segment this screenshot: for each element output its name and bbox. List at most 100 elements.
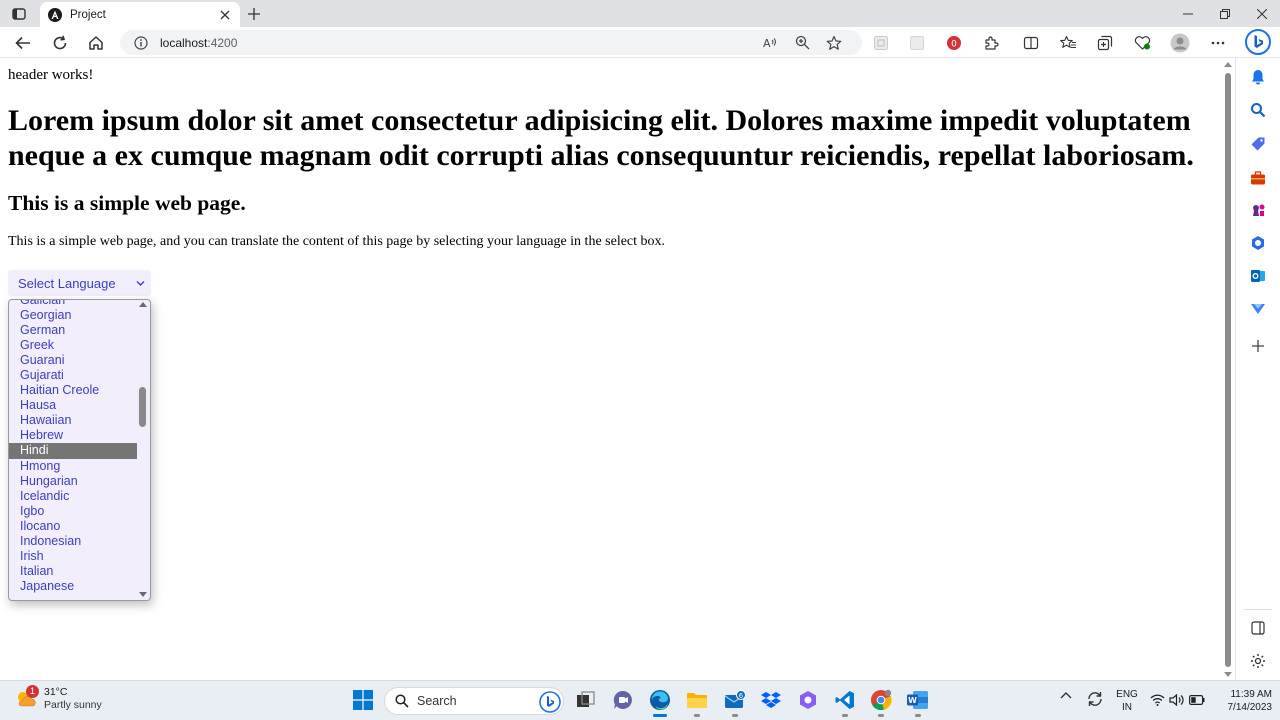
- more-options-icon[interactable]: [1207, 32, 1229, 54]
- language-option[interactable]: Greek: [9, 338, 137, 353]
- scroll-down-arrow-icon[interactable]: [139, 592, 147, 597]
- language-option[interactable]: Hawaiian: [9, 413, 137, 428]
- browser-tab[interactable]: Project: [40, 2, 240, 27]
- scroll-up-arrow-icon[interactable]: [139, 302, 147, 307]
- dropbox-icon[interactable]: [759, 688, 783, 712]
- dropdown-scroll-thumb[interactable]: [139, 387, 146, 427]
- chevron-down-icon: [136, 279, 145, 288]
- input-language-indicator[interactable]: ENG IN: [1114, 688, 1140, 714]
- read-aloud-icon[interactable]: A: [760, 34, 780, 51]
- new-tab-icon[interactable]: [245, 5, 263, 23]
- outlook-icon[interactable]: [1248, 266, 1268, 286]
- language-option[interactable]: Icelandic: [9, 489, 137, 504]
- tab-title: Project: [70, 8, 106, 21]
- add-sidebar-app-icon[interactable]: [1248, 336, 1268, 356]
- svg-text:0: 0: [951, 40, 957, 50]
- language-option[interactable]: Galician: [9, 300, 137, 308]
- tab-actions-icon[interactable]: [8, 4, 30, 23]
- extensions-puzzle-icon[interactable]: [980, 32, 1002, 54]
- page-scroll-thumb[interactable]: [1225, 73, 1231, 667]
- mail-icon[interactable]: 6: [723, 688, 747, 717]
- language-option[interactable]: Japanese: [9, 579, 137, 594]
- clock-date: 7/14/2023: [1227, 702, 1273, 713]
- language-option[interactable]: Haitian Creole: [9, 383, 137, 398]
- browser-essentials-icon[interactable]: [1131, 32, 1153, 54]
- chrome-icon[interactable]: [869, 688, 893, 717]
- sidebar-divider: [1244, 609, 1272, 610]
- language-option[interactable]: Hausa: [9, 398, 137, 413]
- home-icon[interactable]: [85, 32, 107, 54]
- language-option[interactable]: Italian: [9, 564, 137, 579]
- extension-box-icon[interactable]: [870, 32, 892, 54]
- battery-icon[interactable]: [1189, 695, 1205, 705]
- wifi-icon[interactable]: [1150, 694, 1165, 706]
- volume-icon[interactable]: [1169, 694, 1184, 706]
- page-scroll-down-icon[interactable]: [1224, 672, 1232, 677]
- profile-avatar[interactable]: [1169, 32, 1191, 54]
- address-host: localhost: [160, 35, 208, 50]
- zoom-icon[interactable]: [792, 34, 812, 51]
- file-explorer-icon[interactable]: [685, 688, 709, 717]
- svg-text:A: A: [763, 37, 771, 50]
- games-chess-icon[interactable]: [1248, 200, 1268, 220]
- extension-blank-icon[interactable]: [906, 32, 928, 54]
- page-scroll-up-icon[interactable]: [1224, 62, 1232, 67]
- taskbar-search-box[interactable]: Search: [384, 687, 564, 715]
- vscode-icon[interactable]: [833, 688, 857, 717]
- split-screen-icon[interactable]: [1020, 32, 1042, 54]
- close-tab-icon[interactable]: [218, 8, 232, 22]
- language-dropdown[interactable]: Galician Georgian German Greek Guarani Gujara…: [8, 299, 151, 601]
- bing-search-icon[interactable]: [539, 691, 561, 713]
- language-option[interactable]: Guarani: [9, 353, 137, 368]
- language-option[interactable]: Hindi: [9, 443, 137, 459]
- taskbar-clock[interactable]: 11:39 AM 7/14/2023: [1206, 688, 1273, 714]
- drop-send-icon[interactable]: [1248, 299, 1268, 319]
- site-info-icon[interactable]: [134, 35, 148, 50]
- sync-icon[interactable]: [1086, 690, 1104, 708]
- language-option[interactable]: Hmong: [9, 459, 137, 474]
- refresh-icon[interactable]: [49, 32, 71, 54]
- svg-text:6: 6: [739, 692, 744, 700]
- language-option[interactable]: Indonesian: [9, 534, 137, 549]
- language-option[interactable]: Irish: [9, 549, 137, 564]
- language-options-list: Galician Georgian German Greek Guarani Gujara…: [9, 300, 137, 594]
- language-option[interactable]: German: [9, 323, 137, 338]
- favorites-icon[interactable]: [1057, 32, 1079, 54]
- language-option[interactable]: Georgian: [9, 308, 137, 323]
- edge-browser-icon[interactable]: [648, 688, 672, 717]
- microsoft-365-icon[interactable]: [1248, 233, 1268, 253]
- language-option[interactable]: Gujarati: [9, 368, 137, 383]
- bing-copilot-icon[interactable]: [1244, 28, 1272, 56]
- word-icon[interactable]: W: [906, 688, 930, 717]
- close-window-icon[interactable]: [1243, 0, 1280, 27]
- dropdown-scrollbar[interactable]: [136, 300, 150, 600]
- language-option[interactable]: Hebrew: [9, 428, 137, 443]
- show-hidden-icons-chevron-up-icon[interactable]: [1060, 691, 1072, 699]
- copilot-app-icon[interactable]: [796, 688, 820, 712]
- language-option[interactable]: Igbo: [9, 504, 137, 519]
- language-select[interactable]: Select Language: [8, 270, 151, 296]
- notification-bell-icon[interactable]: [1248, 67, 1268, 87]
- extension-red-icon[interactable]: 0: [943, 32, 965, 54]
- windows-start-icon[interactable]: [351, 688, 375, 712]
- minimize-icon[interactable]: [1169, 0, 1206, 27]
- language-option[interactable]: Hungarian: [9, 474, 137, 489]
- page-scrollbar[interactable]: [1221, 59, 1235, 680]
- teams-chat-icon[interactable]: [611, 688, 635, 712]
- search-icon[interactable]: [1248, 100, 1268, 120]
- task-view-icon[interactable]: [574, 688, 598, 712]
- tools-briefcase-icon[interactable]: [1248, 168, 1268, 188]
- favorite-star-icon[interactable]: [824, 34, 844, 51]
- language-option[interactable]: Ilocano: [9, 519, 137, 534]
- header-component-text: header works!: [8, 67, 94, 83]
- restore-icon[interactable]: [1206, 0, 1243, 27]
- sidebar-settings-gear-icon[interactable]: [1248, 651, 1268, 671]
- page-subheading: This is a simple web page.: [8, 191, 246, 215]
- back-arrow-icon[interactable]: [12, 32, 34, 54]
- weather-temperature: 31°C: [44, 686, 68, 698]
- collections-icon[interactable]: [1094, 32, 1116, 54]
- weather-widget[interactable]: 1 31°C Partly sunny: [14, 685, 102, 712]
- shopping-tag-icon[interactable]: [1248, 134, 1268, 154]
- address-bar[interactable]: localhost:4200 A: [120, 30, 862, 55]
- hide-sidebar-icon[interactable]: [1248, 618, 1268, 638]
